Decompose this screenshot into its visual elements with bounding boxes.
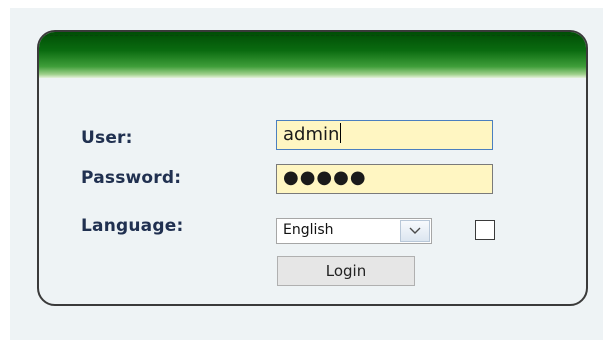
password-input-value: ●●●●● [283,167,367,188]
user-input[interactable]: admin [276,120,493,150]
language-label: Language: [81,216,184,236]
remember-checkbox[interactable] [475,220,495,240]
password-label: Password: [81,168,182,188]
password-input[interactable]: ●●●●● [276,164,493,194]
text-caret [340,123,342,143]
login-panel: User: admin Password: ●●●●● Language: En… [37,30,588,306]
language-select-dropdown-button[interactable] [400,220,430,242]
user-input-value: admin [283,124,340,145]
language-select-value: English [283,222,334,238]
login-header-bar [39,32,586,78]
page-background: User: admin Password: ●●●●● Language: En… [10,8,603,340]
language-select[interactable]: English [276,218,432,244]
user-label: User: [81,128,133,148]
login-button[interactable]: Login [277,256,415,286]
chevron-down-icon [409,227,421,234]
